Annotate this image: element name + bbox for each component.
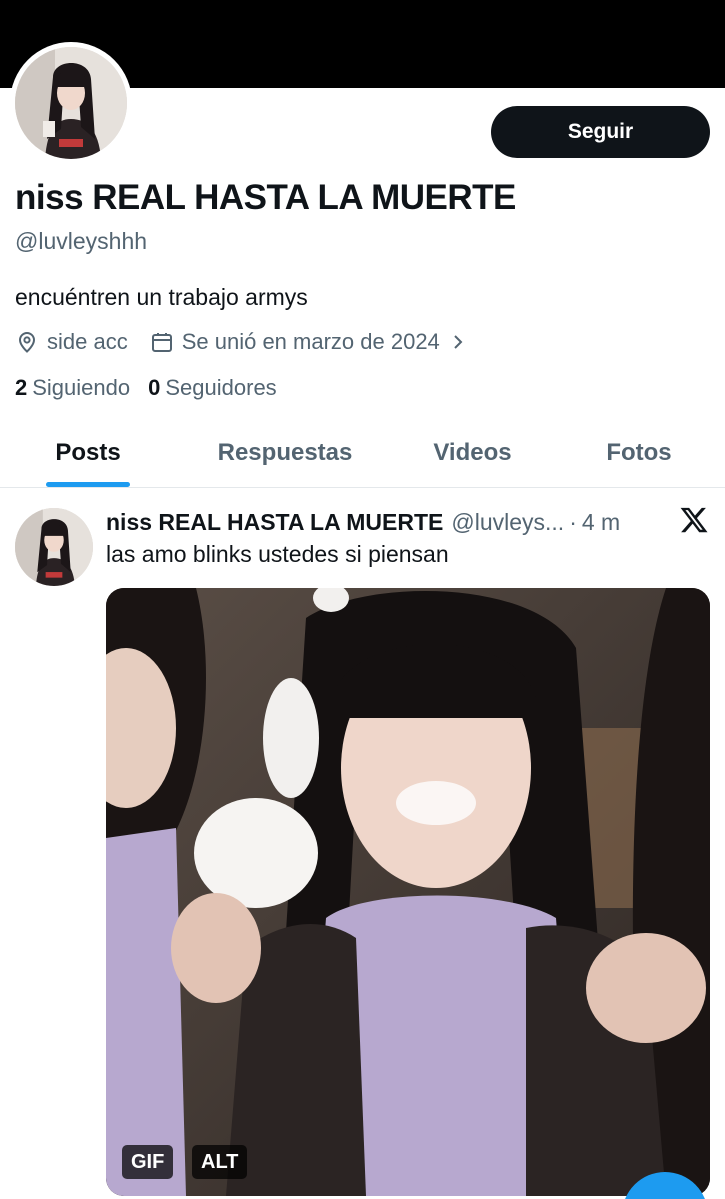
followers-count: 0 xyxy=(148,375,161,400)
gif-preview-image xyxy=(106,588,710,1196)
profile-display-name: niss REAL HASTA LA MUERTE xyxy=(15,178,516,217)
location-text: side acc xyxy=(47,329,128,354)
post-author-name[interactable]: niss REAL HASTA LA MUERTE xyxy=(106,509,443,536)
tab-fotos[interactable]: Fotos xyxy=(580,418,698,488)
following-count: 2 xyxy=(15,375,28,400)
post-author-handle[interactable]: @luvleys... xyxy=(451,509,564,536)
profile-handle: @luvleyshhh xyxy=(15,228,148,254)
post-text: las amo blinks ustedes si piensan xyxy=(106,541,449,567)
post-media-gif[interactable]: GIF ALT xyxy=(106,588,710,1196)
following-link[interactable]: 2 Siguiendo xyxy=(15,375,130,401)
alt-badge[interactable]: ALT xyxy=(192,1145,248,1179)
following-label: Siguiendo xyxy=(32,375,131,400)
follow-stats: 2 Siguiendo 0 Seguidores xyxy=(15,375,295,401)
post-timestamp[interactable]: 4 m xyxy=(582,509,620,536)
followers-label: Seguidores xyxy=(165,375,277,400)
profile-bio: encuéntren un trabajo armys xyxy=(15,284,308,310)
profile-tabs: Posts Respuestas Videos Fotos xyxy=(0,418,725,488)
joined-text: Se unió en marzo de 2024 xyxy=(181,329,440,354)
profile-meta: side acc Se unió en marzo de 2024 xyxy=(15,327,490,357)
gif-badge: GIF xyxy=(122,1145,174,1179)
profile-location: side acc xyxy=(15,329,128,355)
tab-videos[interactable]: Videos xyxy=(410,418,535,488)
profile-joined[interactable]: Se unió en marzo de 2024 xyxy=(150,329,468,355)
calendar-icon xyxy=(151,333,172,352)
x-logo-icon xyxy=(680,507,708,533)
tab-respuestas[interactable]: Respuestas xyxy=(190,418,380,488)
post-author-avatar[interactable] xyxy=(15,508,93,586)
profile-avatar-image xyxy=(15,47,127,159)
location-pin-icon xyxy=(18,332,36,353)
chevron-right-icon xyxy=(454,335,463,349)
profile-avatar[interactable] xyxy=(10,42,132,164)
active-tab-indicator xyxy=(46,482,130,487)
post-header: niss REAL HASTA LA MUERTE @luvleys... · … xyxy=(106,506,620,538)
post-separator: · xyxy=(569,508,577,535)
followers-link[interactable]: 0 Seguidores xyxy=(148,375,277,401)
follow-button[interactable]: Seguir xyxy=(491,106,710,158)
tab-posts[interactable]: Posts xyxy=(23,418,153,488)
